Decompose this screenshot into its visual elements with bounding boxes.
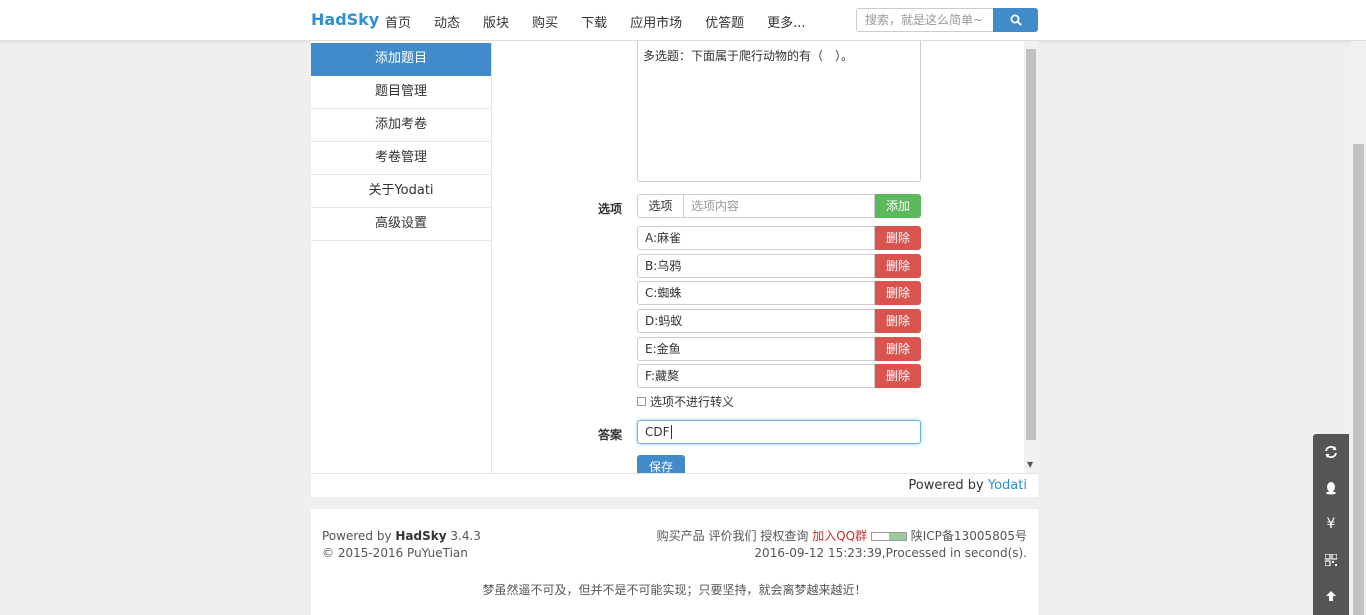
sidebar-item-about[interactable]: 关于Yodati bbox=[311, 175, 491, 208]
yen-icon[interactable]: ¥ bbox=[1313, 506, 1349, 542]
hadsky-link[interactable]: HadSky bbox=[395, 529, 446, 543]
option-value[interactable]: F:藏獒 bbox=[637, 364, 875, 388]
nav-links: 首页 动态 版块 购买 下载 应用市场 优答题 更多... bbox=[385, 12, 829, 31]
page-scrollbar[interactable] bbox=[1351, 41, 1366, 615]
nav-link-more[interactable]: 更多... bbox=[767, 12, 805, 31]
option-value[interactable]: E:金鱼 bbox=[637, 337, 875, 361]
option-row: C:蜘蛛 删除 bbox=[637, 281, 921, 305]
add-option-button[interactable]: 添加 bbox=[875, 194, 921, 218]
delete-option-button[interactable]: 删除 bbox=[875, 254, 921, 278]
yodati-link[interactable]: Yodati bbox=[988, 478, 1027, 493]
arrow-up-icon[interactable] bbox=[1313, 578, 1349, 614]
question-textarea[interactable]: 多选题：下面属于爬行动物的有（ ）。 bbox=[637, 41, 921, 182]
sidebar-item-add-question[interactable]: 添加题目 bbox=[311, 43, 491, 76]
plugin-powered-bar: Powered by Yodati bbox=[311, 473, 1038, 497]
option-content-input[interactable]: 选项内容 bbox=[684, 194, 875, 218]
delete-option-button[interactable]: 删除 bbox=[875, 309, 921, 333]
option-value[interactable]: C:蜘蛛 bbox=[637, 281, 875, 305]
sidebar-item-manage-questions[interactable]: 题目管理 bbox=[311, 76, 491, 109]
option-input-group: 选项 选项内容 添加 bbox=[637, 194, 921, 218]
sidebar-item-add-paper[interactable]: 添加考卷 bbox=[311, 109, 491, 142]
save-button[interactable]: 保存 bbox=[637, 455, 685, 473]
delete-option-button[interactable]: 删除 bbox=[875, 364, 921, 388]
footer-link-review[interactable]: 评价我们 bbox=[709, 529, 757, 543]
site-footer: Powered by HadSky 3.4.3 © 2015-2016 PuYu… bbox=[311, 509, 1038, 615]
scroll-down-icon[interactable]: ▼ bbox=[1027, 460, 1033, 469]
qrcode-icon[interactable] bbox=[1313, 542, 1349, 578]
search-button[interactable] bbox=[993, 8, 1038, 32]
answer-input[interactable]: CDF bbox=[637, 420, 921, 444]
floating-toolbar: ¥ bbox=[1313, 434, 1349, 615]
processed-time: 2016-09-12 15:23:39,Processed in second(… bbox=[754, 546, 1027, 560]
answer-label: 答案 bbox=[598, 428, 623, 442]
delete-option-button[interactable]: 删除 bbox=[875, 337, 921, 361]
qq-icon[interactable] bbox=[1313, 470, 1349, 506]
option-row: E:金鱼 删除 bbox=[637, 337, 921, 361]
icp-number[interactable]: 陕ICP备13005805号 bbox=[911, 529, 1027, 543]
footer-left: Powered by HadSky 3.4.3 © 2015-2016 PuYu… bbox=[322, 529, 481, 560]
nav-link-app-market[interactable]: 应用市场 bbox=[630, 12, 682, 31]
nav-link-feed[interactable]: 动态 bbox=[434, 12, 460, 31]
option-value[interactable]: A:麻雀 bbox=[637, 226, 875, 250]
nav-link-yodati[interactable]: 优答题 bbox=[705, 12, 744, 31]
form-scrollbar[interactable]: ▼ bbox=[1024, 41, 1038, 473]
option-row: D:蚂蚁 删除 bbox=[637, 309, 921, 333]
refresh-icon[interactable] bbox=[1313, 434, 1349, 470]
sidebar-item-manage-papers[interactable]: 考卷管理 bbox=[311, 142, 491, 175]
nav-link-home[interactable]: 首页 bbox=[385, 12, 411, 31]
footer-link-buy[interactable]: 购买产品 bbox=[657, 529, 705, 543]
no-escape-option[interactable]: 选项不进行转义 bbox=[637, 393, 734, 410]
answer-value: CDF bbox=[645, 425, 670, 439]
plugin-powered-text: Powered by Yodati bbox=[908, 478, 1027, 493]
footer-right: 购买产品 评价我们 授权查询 加入QQ群 陕ICP备13005805号 2016… bbox=[657, 528, 1027, 562]
top-navbar: HadSky 首页 动态 版块 购买 下载 应用市场 优答题 更多... 搜索，… bbox=[0, 0, 1366, 41]
search-input[interactable]: 搜索，就是这么简单~ bbox=[856, 8, 994, 32]
copyright: © 2015-2016 PuYueTian bbox=[322, 546, 468, 560]
nav-link-buy[interactable]: 购买 bbox=[532, 12, 558, 31]
security-badge-icon[interactable] bbox=[870, 532, 907, 541]
page-scrollbar-thumb[interactable] bbox=[1353, 144, 1364, 615]
delete-option-button[interactable]: 删除 bbox=[875, 281, 921, 305]
option-row: F:藏獒 删除 bbox=[637, 364, 921, 388]
nav-link-boards[interactable]: 版块 bbox=[483, 12, 509, 31]
search-icon bbox=[1010, 14, 1022, 26]
option-addon: 选项 bbox=[637, 194, 684, 218]
options-label: 选项 bbox=[598, 202, 623, 216]
no-escape-checkbox[interactable] bbox=[637, 397, 646, 406]
option-value[interactable]: D:蚂蚁 bbox=[637, 309, 875, 333]
form-scrollbar-thumb[interactable] bbox=[1026, 49, 1036, 440]
option-row: B:乌鸦 删除 bbox=[637, 254, 921, 278]
nav-link-download[interactable]: 下载 bbox=[581, 12, 607, 31]
option-value[interactable]: B:乌鸦 bbox=[637, 254, 875, 278]
footer-motto: 梦虽然遥不可及，但并不是不可能实现；只要坚持，就会离梦越来越近！ bbox=[482, 583, 867, 597]
delete-option-button[interactable]: 删除 bbox=[875, 226, 921, 250]
main-panel: 添加题目 题目管理 添加考卷 考卷管理 关于Yodati 高级设置 多选题：下面… bbox=[311, 41, 1038, 473]
sidebar: 添加题目 题目管理 添加考卷 考卷管理 关于Yodati 高级设置 bbox=[311, 43, 492, 473]
footer-link-qq-group[interactable]: 加入QQ群 bbox=[812, 529, 867, 543]
sidebar-item-advanced[interactable]: 高级设置 bbox=[311, 208, 491, 241]
question-form: 多选题：下面属于爬行动物的有（ ）。 选项 选项 选项内容 添加 A:麻雀 删除… bbox=[493, 41, 1024, 473]
brand-logo[interactable]: HadSky bbox=[311, 10, 379, 29]
no-escape-label: 选项不进行转义 bbox=[650, 395, 735, 409]
option-row: A:麻雀 删除 bbox=[637, 226, 921, 250]
footer-link-license[interactable]: 授权查询 bbox=[760, 529, 808, 543]
